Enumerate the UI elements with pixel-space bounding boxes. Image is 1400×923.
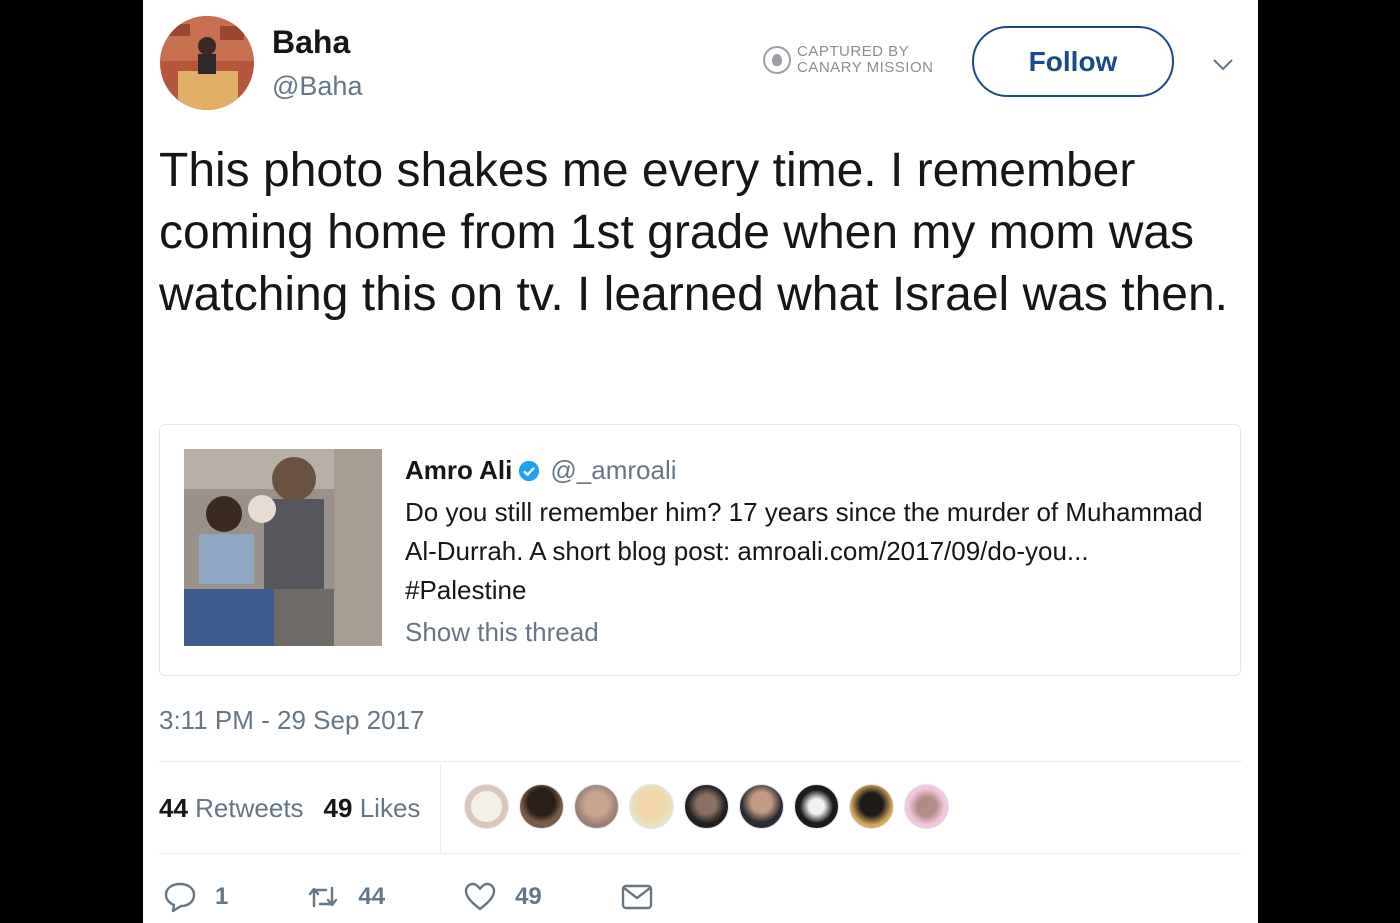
quoted-tweet-image[interactable] [184,449,382,646]
show-thread-link[interactable]: Show this thread [405,617,599,648]
liker-avatar[interactable] [849,784,894,829]
like-count: 49 [515,883,542,910]
captured-line-2: CANARY MISSION [797,59,934,76]
liker-avatar[interactable] [739,784,784,829]
liker-avatar[interactable] [904,784,949,829]
retweet-action[interactable]: 44 [306,880,385,914]
reply-icon[interactable] [163,880,197,914]
likes-count: 49 [323,793,353,823]
message-action[interactable] [620,880,672,914]
quoted-tweet-text: Do you still remember him? 17 years sinc… [405,497,1203,605]
liker-avatar[interactable] [574,784,619,829]
reply-action[interactable]: 1 [163,880,228,914]
liker-avatar[interactable] [684,784,729,829]
tweet-timestamp[interactable]: 3:11 PM - 29 Sep 2017 [159,705,424,736]
liker-avatar[interactable] [629,784,674,829]
likers-avatars [464,784,949,829]
quoted-author-handle[interactable]: @_amroali [550,455,676,486]
liker-avatar[interactable] [519,784,564,829]
retweets-stat[interactable]: 44 Retweets [159,793,304,824]
envelope-icon[interactable] [620,880,654,914]
quoted-tweet[interactable]: Amro Ali @_amroali Do you still remember… [159,424,1241,676]
follow-button[interactable]: Follow [972,26,1174,97]
liker-avatar[interactable] [794,784,839,829]
divider [440,764,441,852]
liker-avatar[interactable] [464,784,509,829]
like-action[interactable]: 49 [463,880,542,914]
author-handle[interactable]: @Baha [272,71,362,102]
likes-label: Likes [359,793,421,823]
retweet-count: 44 [358,883,386,910]
verified-badge-icon [519,460,540,481]
tweet-actions: 1 44 49 [163,880,750,914]
retweet-icon[interactable] [306,880,340,914]
captured-line-1: CAPTURED BY [797,43,910,60]
tweet-stats: 44 Retweets 49 Likes [159,793,420,824]
divider [159,761,1242,762]
quoted-author-name[interactable]: Amro Ali [405,455,512,486]
tweet-text: This photo shakes me every time. I remem… [159,144,1229,321]
tweet-card: Baha @Baha CAPTURED BY CANARY MISSION Fo… [143,0,1258,923]
reply-count: 1 [215,883,229,910]
author-avatar[interactable] [160,16,254,110]
retweets-label: Retweets [195,793,304,823]
retweets-count: 44 [159,793,188,823]
canary-seal-icon [763,46,791,74]
chevron-down-icon[interactable] [1211,52,1235,76]
captured-by-badge: CAPTURED BY CANARY MISSION [763,44,933,76]
likes-stat[interactable]: 49 Likes [324,793,421,824]
author-name[interactable]: Baha [272,24,350,61]
heart-icon[interactable] [463,880,497,914]
divider [159,853,1242,854]
